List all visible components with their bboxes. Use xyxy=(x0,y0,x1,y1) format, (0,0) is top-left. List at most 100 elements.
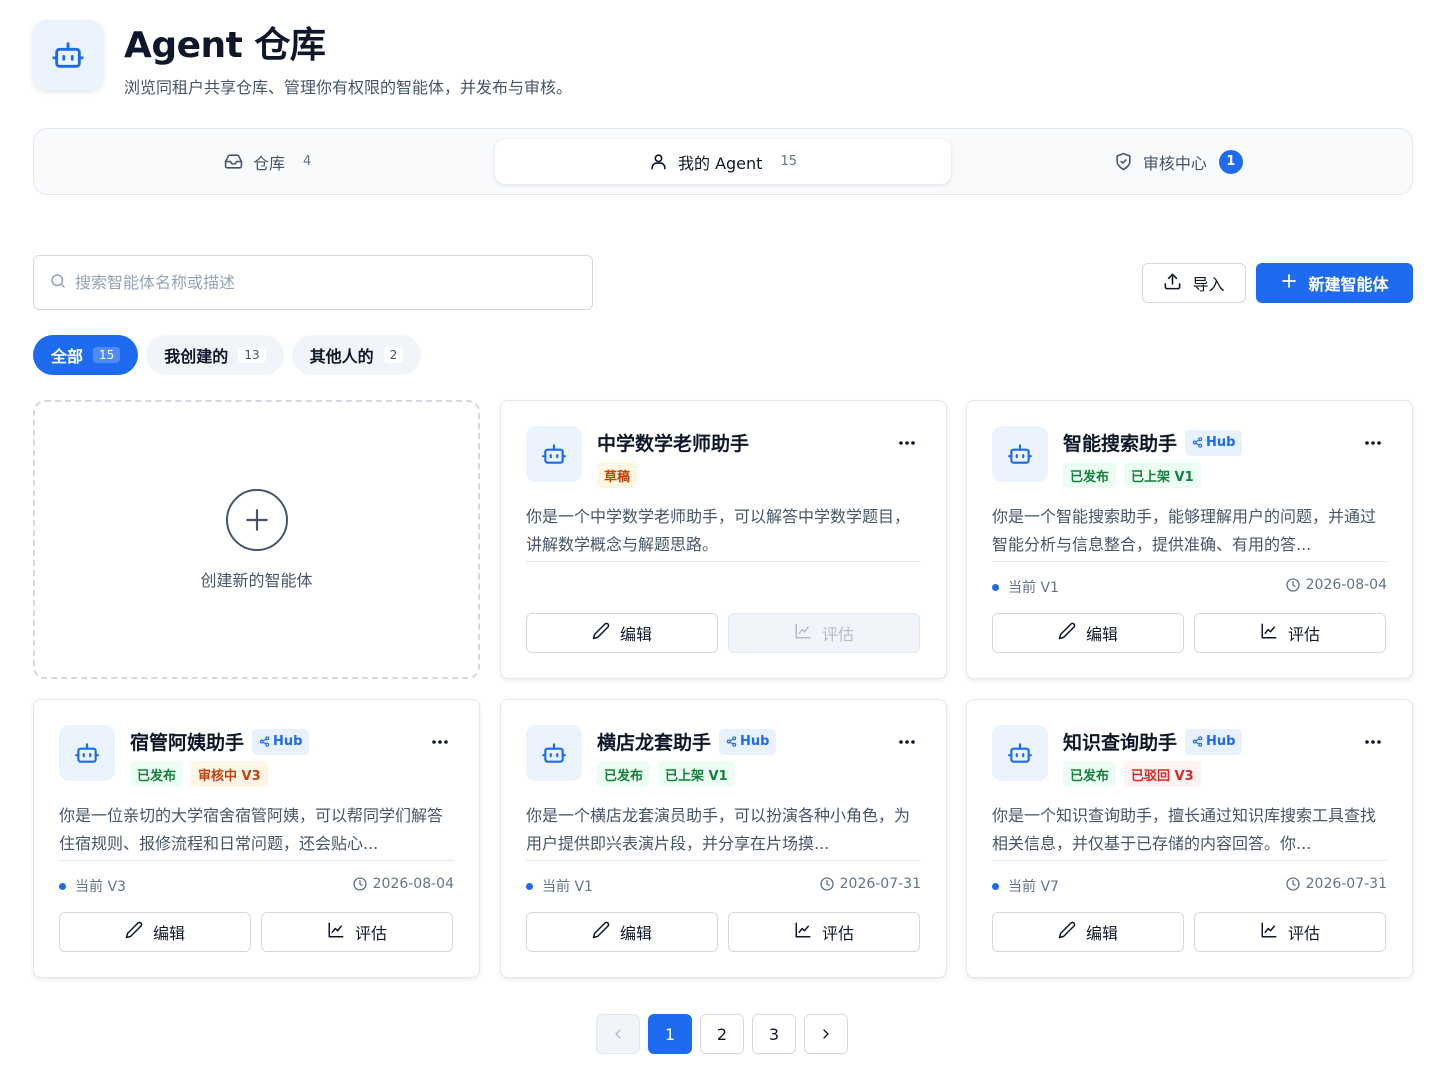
plus-icon xyxy=(225,488,288,551)
search-input[interactable] xyxy=(75,273,555,292)
hub-badge: Hub xyxy=(252,728,310,755)
filter-pills: 全部 15 我创建的 13 其他人的 2 xyxy=(33,335,429,375)
more-icon[interactable] xyxy=(898,431,916,450)
status-dot xyxy=(992,583,999,591)
pencil-icon xyxy=(125,921,143,943)
pagination: 1 2 3 xyxy=(596,1014,856,1054)
agent-card: 知识查询助手 Hub 已发布 已驳回 V3 你是一个知识查询助手，擅长通过知识库… xyxy=(966,699,1413,978)
date-info: 2026-07-31 xyxy=(1285,876,1387,892)
clock-icon xyxy=(1285,877,1300,891)
agent-title: 中学数学老师助手 xyxy=(597,433,750,455)
version-label: 当前 V1 xyxy=(1008,580,1059,596)
main-tabs: 仓库 4 我的 Agent 15 审核中心 1 xyxy=(33,128,1413,195)
version-info: 当前 V1 xyxy=(526,876,593,896)
page-button[interactable]: 3 xyxy=(752,1014,796,1054)
more-icon[interactable] xyxy=(898,730,916,749)
upload-icon xyxy=(1163,272,1182,295)
search-field[interactable] xyxy=(33,255,593,310)
status-badge: 已发布 xyxy=(597,761,651,787)
inbox-icon xyxy=(224,152,243,171)
tab-count: 15 xyxy=(780,154,797,169)
description-text: 你是一个横店龙套演员助手，可以扮演各种小角色，为用户提供即兴表演片段，并分享在片… xyxy=(526,806,911,853)
chart-icon xyxy=(327,921,345,943)
evaluate-button[interactable]: 评估 xyxy=(728,912,920,952)
new-agent-label: 新建智能体 xyxy=(1308,275,1389,294)
agent-title: 横店龙套助手 xyxy=(597,732,712,754)
evaluate-button[interactable]: 评估 xyxy=(1194,912,1386,952)
status-badge: 已发布 xyxy=(130,761,184,787)
chart-icon xyxy=(1260,622,1278,644)
edit-button[interactable]: 编辑 xyxy=(526,613,718,653)
more-icon[interactable] xyxy=(1364,431,1382,450)
page-header: Agent 仓库 浏览同租户共享仓库、管理你有权限的智能体，并发布与审核。 xyxy=(33,20,572,98)
edit-button[interactable]: 编辑 xyxy=(59,912,251,952)
hub-badge: Hub xyxy=(1185,429,1243,456)
robot-icon xyxy=(33,20,103,90)
search-icon xyxy=(49,272,67,294)
hub-badge: Hub xyxy=(719,728,777,755)
evaluate-button[interactable]: 评估 xyxy=(261,912,453,952)
chart-icon xyxy=(794,921,812,943)
edit-label: 编辑 xyxy=(619,924,652,943)
edit-label: 编辑 xyxy=(1085,625,1118,644)
import-button[interactable]: 导入 xyxy=(1142,263,1246,303)
tab-repository[interactable]: 仓库 4 xyxy=(40,139,495,184)
plus-icon xyxy=(1280,272,1298,294)
more-icon[interactable] xyxy=(1364,730,1382,749)
status-dot xyxy=(526,882,533,890)
new-agent-button[interactable]: 新建智能体 xyxy=(1256,263,1413,303)
edit-button[interactable]: 编辑 xyxy=(526,912,718,952)
filter-created-by-me[interactable]: 我创建的 13 xyxy=(146,335,284,375)
edit-label: 编辑 xyxy=(1085,924,1118,943)
edit-button[interactable]: 编辑 xyxy=(992,613,1184,653)
agent-card: 横店龙套助手 Hub 已发布 已上架 V1 你是一个横店龙套演员助手，可以扮演各… xyxy=(500,699,947,978)
evaluate-label: 评估 xyxy=(354,924,387,943)
create-agent-card[interactable]: 创建新的智能体 xyxy=(33,400,480,679)
edit-label: 编辑 xyxy=(152,924,185,943)
page-button[interactable]: 1 xyxy=(648,1014,692,1054)
hub-label: Hub xyxy=(1206,435,1236,450)
filter-others[interactable]: 其他人的 2 xyxy=(291,335,422,375)
chart-icon xyxy=(1260,921,1278,943)
version-label: 当前 V7 xyxy=(1008,879,1059,895)
version-label: 当前 V3 xyxy=(75,879,126,895)
next-page-button[interactable] xyxy=(804,1014,848,1054)
page-button[interactable]: 2 xyxy=(700,1014,744,1054)
filter-count: 2 xyxy=(383,347,404,363)
date-label: 2026-08-04 xyxy=(1305,577,1387,593)
evaluate-label: 评估 xyxy=(821,924,854,943)
chart-icon xyxy=(794,622,812,644)
create-agent-label: 创建新的智能体 xyxy=(200,570,313,590)
robot-icon xyxy=(526,426,582,482)
share-icon xyxy=(259,736,270,747)
tab-label: 仓库 xyxy=(253,153,286,173)
hub-label: Hub xyxy=(740,734,770,749)
evaluate-button[interactable]: 评估 xyxy=(728,613,920,653)
tab-my-agents[interactable]: 我的 Agent 15 xyxy=(495,139,951,184)
date-label: 2026-08-04 xyxy=(372,876,454,892)
status-dot xyxy=(59,882,66,890)
date-label: 2026-07-31 xyxy=(839,876,921,892)
tab-review-center[interactable]: 审核中心 1 xyxy=(951,139,1406,184)
shield-check-icon xyxy=(1114,152,1133,171)
prev-page-button[interactable] xyxy=(596,1014,640,1054)
description-text: 你是一个知识查询助手，擅长通过知识库搜索工具查找相关信息，并仅基于已存储的内容回… xyxy=(992,806,1377,853)
agent-description: 你是一个知识查询助手，擅长通过知识库搜索工具查找相关信息，并仅基于已存储的内容回… xyxy=(992,802,1387,861)
robot-icon xyxy=(992,725,1048,781)
tab-count: 4 xyxy=(303,154,312,169)
evaluate-label: 评估 xyxy=(821,625,854,644)
evaluate-button[interactable]: 评估 xyxy=(1194,613,1386,653)
filter-all[interactable]: 全部 15 xyxy=(33,335,139,375)
edit-button[interactable]: 编辑 xyxy=(992,912,1184,952)
date-info: 2026-07-31 xyxy=(819,876,921,892)
page-title: Agent 仓库 xyxy=(124,25,326,66)
robot-icon xyxy=(59,725,115,781)
version-info: 当前 V1 xyxy=(992,577,1059,597)
more-icon[interactable] xyxy=(431,730,449,749)
filter-label: 其他人的 xyxy=(309,347,374,366)
status-badge: 已驳回 V3 xyxy=(1124,761,1201,787)
robot-icon xyxy=(526,725,582,781)
agent-description: 你是一位亲切的大学宿舍宿管阿姨，可以帮同学们解答住宿规则、报修流程和日常问题，还… xyxy=(59,802,454,861)
filter-label: 我创建的 xyxy=(164,347,229,366)
chevron-left-icon xyxy=(615,1029,621,1039)
